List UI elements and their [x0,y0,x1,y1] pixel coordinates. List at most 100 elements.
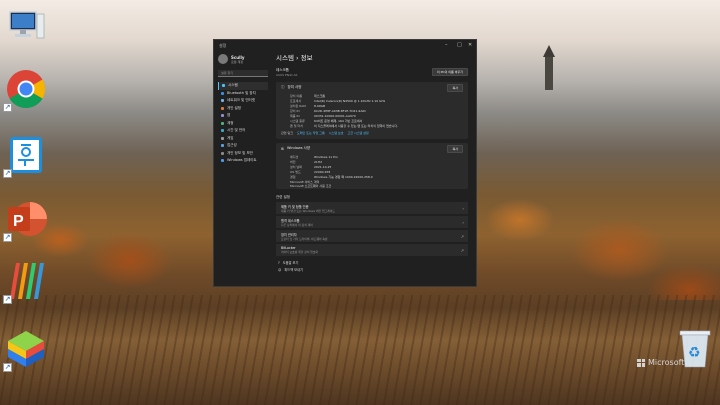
external-link-icon: ↗ [460,247,464,253]
related-item-sub: 데이터 보호를 위한 장치 암호화 [281,250,319,254]
spec-key: 장치 이름 [290,93,302,98]
related-item-device-manager[interactable]: 장치 관리자 프린터 및 기타 드라이버, 하드웨어 속성 ↗ [276,230,468,242]
nav-item-windows-update[interactable]: Windows 업데이트 [218,157,268,165]
apps-icon [221,114,224,118]
gamepad-icon [221,136,224,140]
microsoft-logo-icon [637,358,645,367]
related-item-product-key[interactable]: 제품 키 및 정품 인증 제품 키 변경 또는 Windows 버전 업그레이드 … [276,202,468,214]
rename-pc-button[interactable]: 이 PC의 이름 바꾸기 [431,68,468,76]
settings-sidebar: Scully 로컬 계정 설정 찾기 시스템 Bluetooth 및 장치 네트… [214,52,272,286]
spec-value: 6C2D-4E8F-A93B-8F1E-7D21-9A0C [314,108,367,113]
device-spec-title: 장치 사양 [287,85,302,89]
search-placeholder: 설정 찾기 [221,71,233,75]
spec-value: 00331-10000-00001-AA970 [314,113,356,118]
chevron-right-icon: › [462,219,464,225]
shortcut-arrow-icon: ↗ [3,295,12,304]
account-icon [221,121,224,125]
related-item-sub: 다른 장치에서 이 장치 제어 [281,222,313,227]
nav-item-personalization[interactable]: 개인 설정 [218,105,268,113]
get-help-link[interactable]: ? 도움말 보기 [276,260,468,266]
spec-key: 펜 및 터치 [290,123,303,128]
wallpaper-church [543,45,555,90]
chrome-icon[interactable]: ↗ [3,66,49,112]
license-terms-text: Microsoft 소프트웨어 사용 조건 [290,183,332,188]
shortcut-arrow-icon: ↗ [3,233,12,242]
nav-item-time-language[interactable]: 시간 및 언어 [218,127,268,135]
nav-label: 앱 [227,113,231,118]
spec-value: 데스크톱 [314,93,326,98]
nav-label: Bluetooth 및 장치 [227,90,256,95]
close-icon[interactable]: ✕ [468,42,472,48]
settings-window[interactable]: 설정 – □ ✕ Scully 로컬 계정 설정 찾기 시스템 Bluetoot… [213,39,477,287]
nav-item-apps[interactable]: 앱 [218,112,268,120]
powerpoint-icon[interactable]: P ↗ [3,196,49,242]
feedback-label: 피드백 보내기 [284,268,303,272]
settings-main: 시스템 › 정보 데스크톱 ASUS PN41-S1 이 PC의 이름 바꾸기 … [272,52,476,286]
microsoft-watermark: Microsoft [637,358,684,367]
spec-key: 장치 ID [290,108,300,113]
system-icon [222,84,225,88]
nav-label: Windows 업데이트 [227,158,257,163]
spec-key: 제품 ID [290,113,300,118]
this-pc-icon[interactable] [3,4,49,50]
window-titlebar[interactable]: 설정 [214,40,476,52]
windows-spec-card: ⊞ Windows 사양 복사 에디션 Windows 11 Pro 버전 21H2 … [276,143,468,189]
nav-label: 시간 및 언어 [227,128,246,133]
window-title: 설정 [219,43,227,48]
license-terms-link[interactable]: Microsoft 소프트웨어 사용 조건 [276,184,468,189]
copy-device-spec-button[interactable]: 복사 [447,83,463,92]
bluestacks-icon[interactable]: ↗ [3,326,49,372]
external-link-icon: ↗ [460,233,464,239]
windows-logo-icon: ⊞ [281,146,284,151]
spec-key: 프로세서 [290,98,302,103]
copy-windows-spec-button[interactable]: 복사 [447,144,463,153]
related-item-remote-desktop[interactable]: 원격 데스크톱 다른 장치에서 이 장치 제어 › [276,216,468,228]
settings-search-input[interactable]: 설정 찾기 [218,70,268,77]
nav-label: 접근성 [227,143,237,148]
device-model: ASUS PN41-S1 [276,72,298,77]
link-advanced-settings[interactable]: 고급 시스템 설정 [347,131,368,135]
bluetooth-icon [221,91,224,95]
svg-text:♻: ♻ [688,345,701,361]
minimize-icon[interactable]: – [445,42,448,48]
spec-key: 에디션 [290,154,299,159]
maximize-icon[interactable]: □ [457,42,462,48]
spec-value: Windows 11 Pro [314,154,338,159]
spec-value: Windows 기능 경험 팩 1000.22000.258.0 [314,174,373,179]
feedback-link[interactable]: ☺ 피드백 보내기 [276,267,468,273]
nav-label: 개인 정보 및 보안 [227,150,253,155]
user-name: Scully [231,54,245,60]
windows-spec-title: Windows 사양 [286,146,311,150]
nav-item-accessibility[interactable]: 접근성 [218,142,268,150]
spec-key: 경험 [290,174,296,179]
shield-icon [221,151,224,155]
device-spec-card: ⓘ 장치 사양 복사 장치 이름 데스크톱 프로세서 Intel(R) Celeron… [276,82,468,139]
update-icon [221,159,224,163]
nav-item-bluetooth[interactable]: Bluetooth 및 장치 [218,90,268,98]
nav-item-gaming[interactable]: 게임 [218,135,268,143]
user-profile[interactable]: Scully 로컬 계정 [218,54,268,64]
settings-nav: 시스템 Bluetooth 및 장치 네트워크 및 인터넷 개인 설정 앱 계정… [218,82,268,165]
office-suite-icon[interactable]: ↗ [3,258,49,304]
spec-value: Intel(R) Celeron(R) N4500 @ 1.10GHz 1.10… [314,98,386,103]
link-domain-workgroup[interactable]: 도메인 또는 작업 그룹 [297,131,325,135]
page-title: 시스템 › 정보 [276,54,313,62]
network-icon [221,99,224,103]
link-system-protection[interactable]: 시스템 보호 [329,131,344,135]
accessibility-icon [221,144,224,148]
shortcut-arrow-icon: ↗ [3,363,12,372]
nav-item-network[interactable]: 네트워크 및 인터넷 [218,97,268,105]
nav-item-privacy[interactable]: 개인 정보 및 보안 [218,150,268,158]
nav-label: 네트워크 및 인터넷 [227,98,255,103]
wallpaper-vineyard [0,295,720,405]
windows-spec-header[interactable]: ⊞ Windows 사양 복사 [276,143,468,154]
hangul-word-icon[interactable]: ↗ [3,132,49,178]
nav-item-accounts[interactable]: 계정 [218,120,268,128]
device-spec-header[interactable]: ⓘ 장치 사양 복사 [276,82,468,93]
spec-value: 이 디스플레이에서 사용할 수 있는 펜 또는 터치식 입력이 없습니다. [314,123,399,128]
globe-icon [221,129,224,133]
shortcut-arrow-icon: ↗ [3,103,12,112]
nav-item-system[interactable]: 시스템 [218,82,268,90]
related-item-bitlocker[interactable]: BitLocker 데이터 보호를 위한 장치 암호화 ↗ [276,244,468,256]
shortcut-arrow-icon: ↗ [3,169,12,178]
